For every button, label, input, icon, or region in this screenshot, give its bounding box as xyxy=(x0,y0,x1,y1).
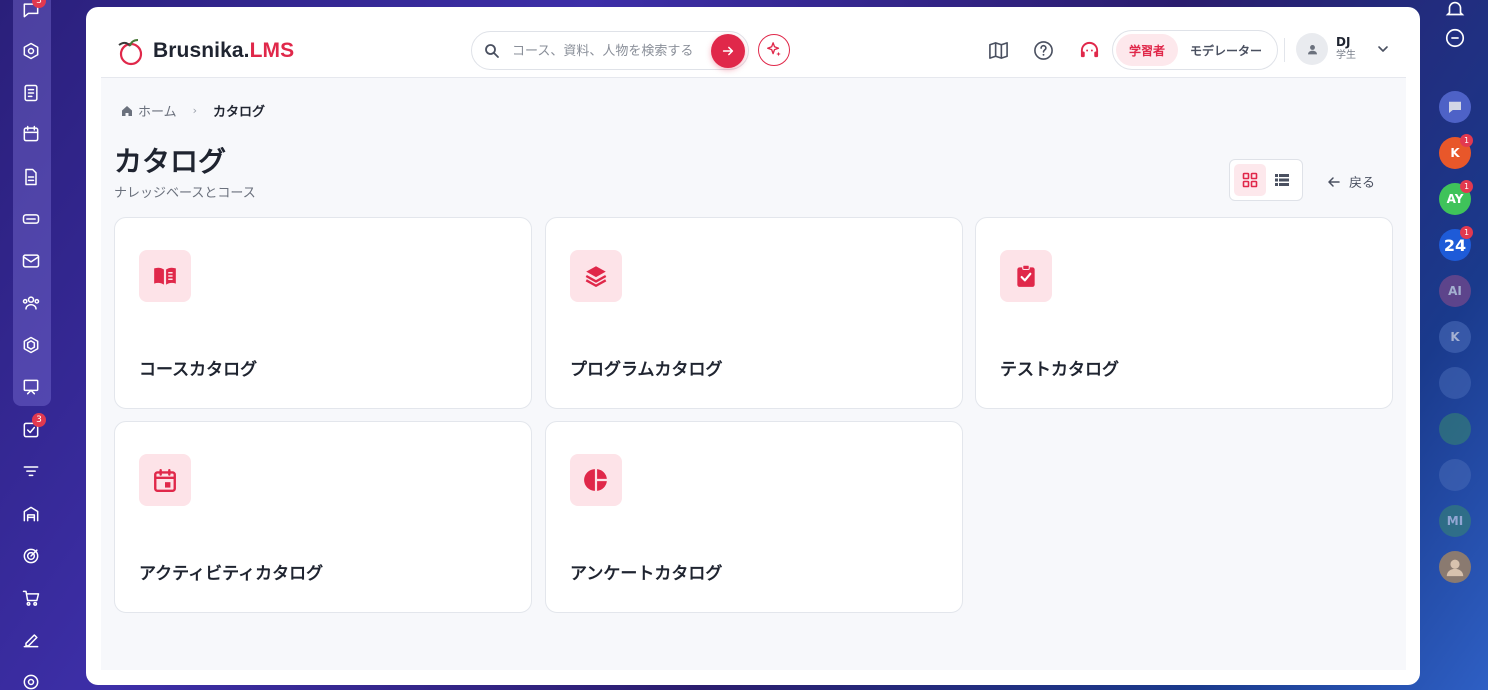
chat-avatar[interactable]: K xyxy=(1439,321,1471,353)
back-button[interactable]: 戻る xyxy=(1327,172,1375,191)
map-icon xyxy=(988,41,1008,59)
avatar xyxy=(1296,33,1328,65)
breadcrumb: ホーム › カタログ xyxy=(121,101,265,120)
support-button[interactable] xyxy=(1078,39,1100,61)
warehouse-icon[interactable] xyxy=(19,502,43,526)
search-icon xyxy=(485,44,499,58)
grid-icon xyxy=(1242,172,1258,188)
help-circle-icon xyxy=(1033,40,1053,60)
logo-text: Brusnika.LMS xyxy=(153,39,295,62)
card-icon-wrap xyxy=(139,250,191,302)
catalog-card-surveys[interactable]: アンケートカタログ xyxy=(545,421,963,613)
storage-icon[interactable] xyxy=(19,207,43,231)
arrow-left-icon xyxy=(1328,176,1340,187)
layers-icon xyxy=(585,266,607,287)
settings-icon[interactable] xyxy=(19,670,43,690)
left-rail: 3 3 xyxy=(0,0,64,690)
bell-icon[interactable] xyxy=(1444,0,1466,20)
search-input[interactable] xyxy=(512,41,708,61)
card-icon-wrap xyxy=(570,454,622,506)
sparkle-icon xyxy=(767,42,781,57)
arrow-right-icon xyxy=(722,46,734,56)
role-learner-option[interactable]: 学習者 xyxy=(1116,34,1178,66)
chevron-down-icon xyxy=(1378,46,1388,52)
calendar-icon[interactable] xyxy=(19,122,43,146)
page-subtitle: ナレッジベースとコース xyxy=(114,186,256,201)
breadcrumb-separator: › xyxy=(192,104,198,117)
user-name: DJ xyxy=(1336,35,1351,50)
role-switch: 学習者 モデレーター xyxy=(1112,30,1278,70)
catalog-card-programs[interactable]: プログラムカタログ xyxy=(545,217,963,409)
catalog-card-tests[interactable]: テストカタログ xyxy=(975,217,1393,409)
breadcrumb-home[interactable]: ホーム xyxy=(121,101,177,120)
clipboard-check-icon xyxy=(1017,264,1035,287)
search-bar xyxy=(471,31,749,70)
presentation-icon[interactable] xyxy=(19,375,43,399)
logo[interactable]: Brusnika.LMS xyxy=(113,34,294,68)
chat-group-icon[interactable] xyxy=(1439,413,1471,445)
home-icon xyxy=(122,105,132,116)
ai-assistant-button[interactable] xyxy=(758,34,790,66)
search-submit-button[interactable] xyxy=(711,34,745,68)
card-icon-wrap xyxy=(139,454,191,506)
user-photo-avatar[interactable] xyxy=(1439,551,1471,583)
page-title: カタログ xyxy=(114,145,227,178)
edit-icon[interactable] xyxy=(19,628,43,652)
user-meta: DJ 学生 xyxy=(1336,35,1356,62)
card-icon-wrap xyxy=(570,250,622,302)
header-divider xyxy=(1284,38,1285,62)
user-role: 学生 xyxy=(1336,50,1356,62)
user-menu[interactable]: DJ 学生 xyxy=(1296,33,1390,65)
book-open-icon xyxy=(154,267,176,285)
cart-icon[interactable] xyxy=(19,586,43,610)
chat-avatar-badge: 1 xyxy=(1460,134,1473,147)
calendar-icon xyxy=(154,469,176,493)
grid-view-button[interactable] xyxy=(1234,164,1266,196)
chat-avatar-badge: 1 xyxy=(1460,180,1473,193)
list-icon xyxy=(1275,174,1289,186)
card-label: コースカタログ xyxy=(139,360,258,380)
card-label: アクティビティカタログ xyxy=(139,564,324,584)
content-area: ホーム › カタログ カタログ ナレッジベースとコース 戻る コースカタログ プ… xyxy=(101,78,1406,670)
catalog-card-courses[interactable]: コースカタログ xyxy=(114,217,532,409)
chat-avatar[interactable]: AI xyxy=(1439,275,1471,307)
map-button[interactable] xyxy=(987,39,1009,61)
file-icon[interactable] xyxy=(19,165,43,189)
hexagon-icon[interactable] xyxy=(19,333,43,357)
view-toggle xyxy=(1229,159,1303,201)
support-chat-icon[interactable] xyxy=(1444,27,1466,49)
headset-icon xyxy=(1080,41,1098,57)
chat-group-icon[interactable] xyxy=(1439,367,1471,399)
user-icon xyxy=(1307,44,1317,54)
card-label: プログラムカタログ xyxy=(570,360,723,380)
card-label: アンケートカタログ xyxy=(570,564,723,584)
messages-icon[interactable] xyxy=(1439,91,1471,123)
top-header: Brusnika.LMS コース、資料、人物を検索する 学習者 モデレーター D… xyxy=(101,7,1406,78)
right-rail: K 1 AY 1 24 1 AI K MI xyxy=(1420,0,1488,690)
card-label: テストカタログ xyxy=(1000,360,1119,380)
chat-avatar[interactable]: MI xyxy=(1439,505,1471,537)
list-view-button[interactable] xyxy=(1266,164,1298,196)
chat-group-icon[interactable] xyxy=(1439,459,1471,491)
users-icon[interactable] xyxy=(19,291,43,315)
main-panel: Brusnika.LMS コース、資料、人物を検索する 学習者 モデレーター D… xyxy=(86,7,1420,685)
catalog-card-activities[interactable]: アクティビティカタログ xyxy=(114,421,532,613)
task-badge: 3 xyxy=(32,413,46,427)
brusnika-logo-icon xyxy=(118,39,143,66)
target-icon[interactable] xyxy=(19,544,43,568)
dashboard-icon[interactable] xyxy=(19,39,43,63)
help-button[interactable] xyxy=(1032,39,1054,61)
chat-avatar-badge: 1 xyxy=(1460,226,1473,239)
filter-icon[interactable] xyxy=(19,460,43,484)
document-list-icon[interactable] xyxy=(19,81,43,105)
card-icon-wrap xyxy=(1000,250,1052,302)
mail-icon[interactable] xyxy=(19,249,43,273)
breadcrumb-current: カタログ xyxy=(213,105,266,120)
pie-chart-icon xyxy=(584,469,607,491)
role-moderator-option[interactable]: モデレーター xyxy=(1178,34,1274,66)
